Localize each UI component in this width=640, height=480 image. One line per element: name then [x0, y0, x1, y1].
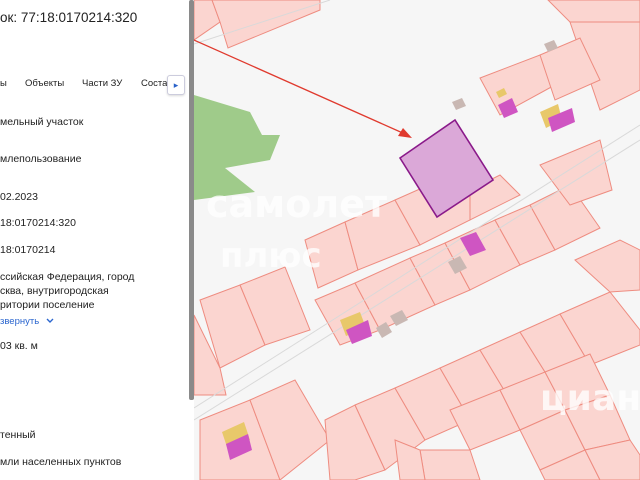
field-date: 02.2023: [0, 191, 38, 203]
chevron-right-icon: ▸: [173, 80, 179, 90]
field-status: тенный: [0, 429, 36, 441]
info-panel: ок: 77:18:0170214:320 ы Объекты Части ЗУ…: [0, 0, 194, 480]
field-type: мельный участок: [0, 116, 84, 128]
field-category: мли населенных пунктов: [0, 456, 122, 468]
tab-objects[interactable]: Объекты: [25, 78, 64, 89]
parcel-title: ок: 77:18:0170214:320: [0, 10, 138, 25]
field-address: ссийская Федерация, город сква, внутриго…: [0, 271, 135, 311]
field-cadastral-number: 18:0170214:320: [0, 217, 76, 229]
tab-composition[interactable]: Соста: [141, 78, 167, 89]
watermark-brand: самолет: [206, 182, 387, 226]
watermark-cian: циан: [540, 378, 640, 419]
field-area: 03 кв. м: [0, 340, 38, 352]
watermark-brand-sub: плюс: [220, 236, 322, 276]
tabs-scroll-right-button[interactable]: ▸: [167, 75, 185, 95]
chevron-down-icon: [46, 318, 54, 323]
collapse-address-link[interactable]: звернуть: [0, 316, 54, 327]
tab-parts[interactable]: Части ЗУ: [82, 78, 122, 89]
cadastral-map[interactable]: самолет плюс циан: [194, 0, 640, 480]
field-usage: млепользование: [0, 153, 82, 165]
collapse-link-label: звернуть: [0, 316, 40, 327]
field-quarter: 18:0170214: [0, 244, 56, 256]
tab-info[interactable]: ы: [0, 78, 7, 89]
